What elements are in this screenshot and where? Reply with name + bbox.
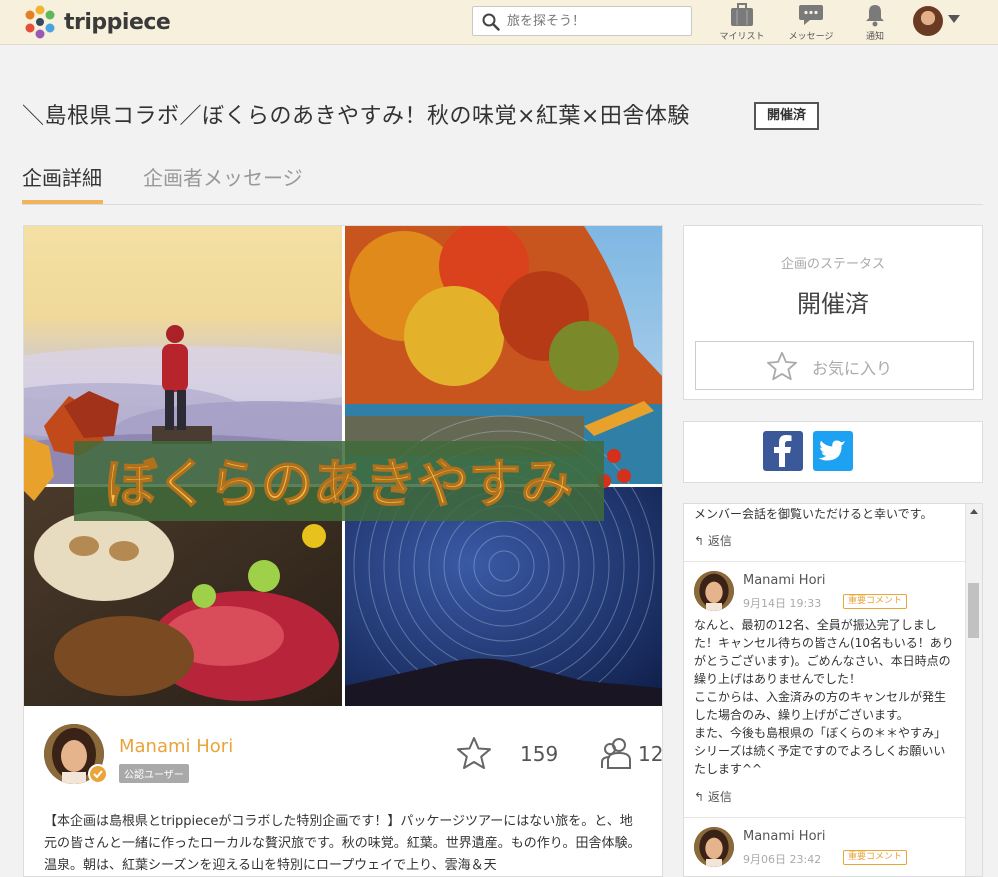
member-count: 12	[638, 742, 664, 766]
comment-line: 繰り上げはありませんでした！	[694, 672, 862, 686]
favorite-button-label: お気に入り	[812, 359, 893, 378]
facebook-share-button[interactable]	[763, 431, 803, 471]
search-icon	[482, 13, 500, 31]
plan-status-card: 企画のステータス 開催済 お気に入り	[683, 225, 983, 400]
comment-avatar[interactable]	[694, 827, 734, 867]
organizer-name[interactable]: Manami Hori	[119, 736, 233, 757]
nav-notifications[interactable]: 通知	[860, 3, 890, 43]
nav-messages[interactable]: メッセージ	[785, 3, 837, 43]
comment-date: 9月14日 19:33	[743, 597, 822, 610]
search-box[interactable]	[472, 6, 692, 36]
comments-scrollbar[interactable]	[965, 504, 982, 876]
nav-mylist-label: マイリスト	[719, 32, 765, 42]
reply-label: 返信	[707, 790, 732, 804]
reply-label: 返信	[707, 534, 732, 548]
comment-avatar-photo	[694, 827, 734, 867]
logo-text: trippiece	[64, 10, 171, 35]
reply-arrow-icon: ↰	[694, 790, 705, 804]
bell-icon	[866, 5, 884, 27]
nav-messages-label: メッセージ	[788, 32, 834, 42]
reply-button[interactable]: ↰ 返信	[694, 788, 732, 805]
comment-divider	[684, 561, 967, 562]
nav-mylist[interactable]: マイリスト	[716, 3, 768, 43]
comment-line: シリーズは続く予定ですのでよろしくお願いい	[694, 744, 946, 758]
search-input[interactable]	[507, 10, 687, 32]
logo-mark-icon	[25, 5, 55, 39]
star-outline-icon[interactable]	[456, 736, 492, 770]
status-badge: 開催済	[754, 102, 819, 130]
comment-line: なんと、最初の12名、全員が振込完了しまし	[694, 618, 937, 632]
tab-divider	[22, 204, 983, 205]
like-count: 159	[520, 742, 559, 766]
favorite-button[interactable]: お気に入り	[695, 341, 974, 390]
organizer-section: Manami Hori 公認ユーザー 159 12	[44, 724, 663, 794]
comment-author[interactable]: Manami Hori	[743, 573, 825, 588]
plan-description: 【本企画は島根県とtrippieceがコラボした特別企画です！】パッケージツアー…	[44, 814, 641, 873]
twitter-share-button[interactable]	[813, 431, 853, 471]
twitter-bird-icon	[818, 440, 846, 461]
comment-line: がとうございます)。ごめんなさい、本日時点の	[694, 654, 951, 668]
comment-line: また、今後も島根県の「ぼくらの＊＊やすみ」	[694, 726, 947, 740]
comment-body: なんと、最初の12名、全員が振込完了しまし た！キャンセル待ちの皆さん(10名も…	[694, 616, 962, 778]
facebook-icon	[774, 435, 792, 467]
important-comment-badge: 重要コメント	[843, 594, 908, 609]
top-navigation-bar: trippiece マイリスト メッセージ 通知	[0, 0, 998, 45]
comment-date: 9月06日 23:42	[743, 853, 822, 866]
scrollbar-thumb[interactable]	[968, 583, 979, 638]
tab-plan-details[interactable]: 企画詳細	[22, 162, 102, 204]
comment-avatar[interactable]	[694, 571, 734, 611]
chat-bubble-icon	[799, 5, 823, 25]
status-value: 開催済	[797, 290, 869, 318]
plan-main-card: ぼくらのあきやすみ Manami Hori 公認ユーザー 159 12 【本企画…	[23, 225, 663, 877]
comment-line: ここからは、入金済みの方のキャンセルが発生	[694, 690, 947, 704]
comment-line: たします^^	[694, 762, 763, 776]
comment-avatar-photo	[694, 571, 734, 611]
trippiece-logo[interactable]: trippiece	[22, 4, 171, 40]
members-icon	[601, 738, 631, 769]
nav-notifications-label: 通知	[865, 32, 884, 42]
organizer-role-badge: 公認ユーザー	[119, 764, 189, 783]
verified-check-icon	[88, 764, 108, 784]
scroll-up-arrow-icon[interactable]	[970, 509, 978, 514]
reply-button[interactable]: ↰ 返信	[694, 532, 732, 549]
comment-text: メンバー会話を御覧いただけると幸いです。	[694, 507, 933, 521]
chevron-down-icon[interactable]	[948, 15, 960, 23]
hero-overlay-title: ぼくらのあきやすみ	[105, 455, 573, 515]
tab-organizer-message[interactable]: 企画者メッセージ	[143, 162, 303, 204]
hero-collage-image: ぼくらのあきやすみ	[24, 226, 662, 706]
comments-panel[interactable]: メンバー会話を御覧いただけると幸いです。 ↰ 返信 Manami Hori 9月…	[683, 503, 983, 877]
page-title: ＼島根県コラボ／ぼくらのあきやすみ！秋の味覚×紅葉×田舎体験	[22, 104, 690, 129]
star-outline-icon	[767, 351, 797, 381]
important-comment-badge: 重要コメント	[843, 850, 908, 865]
comment-author[interactable]: Manami Hori	[743, 829, 825, 844]
comment-line: した場合のみ、繰り上げがございます。	[694, 708, 909, 722]
reply-arrow-icon: ↰	[694, 534, 705, 548]
comment-divider	[684, 817, 967, 818]
share-card	[683, 421, 983, 483]
comment-line: た！キャンセル待ちの皆さん(10名もいる！あり	[694, 636, 954, 650]
status-label: 企画のステータス	[780, 257, 885, 272]
user-avatar[interactable]	[913, 6, 943, 36]
suitcase-icon	[731, 3, 753, 26]
